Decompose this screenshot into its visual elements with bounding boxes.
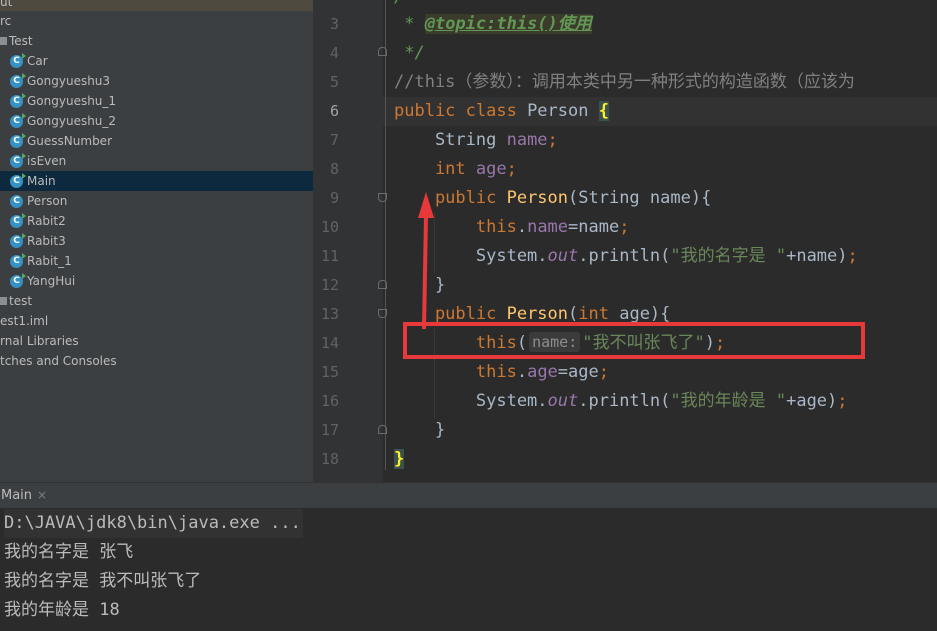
tree-item[interactable]: C Rabit2 xyxy=(0,211,313,231)
tree-item[interactable]: C GuessNumber xyxy=(0,131,313,151)
code-line-4: */ xyxy=(394,43,425,63)
package-icon xyxy=(0,297,7,305)
annotation-highlight-box xyxy=(403,322,865,359)
run-tab-main[interactable]: Main × xyxy=(0,483,47,508)
java-class-icon: C xyxy=(10,153,26,168)
run-tab-label: Main xyxy=(1,488,33,503)
java-class-icon: C xyxy=(10,253,26,268)
tree-item-label: YangHui xyxy=(27,274,76,288)
tree-item[interactable]: C Gongyueshu_1 xyxy=(0,91,313,111)
tree-header-label: ut xyxy=(0,0,13,9)
code-line-15: this.age=age; xyxy=(394,362,609,382)
java-class-icon: C xyxy=(10,53,26,68)
tree-item-label: Car xyxy=(27,54,48,68)
tree-item[interactable]: C Main xyxy=(0,171,313,191)
line-number: 18 xyxy=(320,450,339,468)
java-class-icon: C xyxy=(10,73,26,88)
matched-brace: } xyxy=(394,449,405,469)
tree-item-label: Gongyueshu_1 xyxy=(27,94,117,108)
line-number: 8 xyxy=(329,160,339,178)
line-number: 4 xyxy=(329,44,339,62)
tree-item[interactable]: C Rabit3 xyxy=(0,231,313,251)
gutter-separator xyxy=(385,0,386,470)
java-class-icon: C xyxy=(10,213,26,228)
tree-item-label: Gongyueshu3 xyxy=(27,74,111,88)
tree-item-label: Gongyueshu_2 xyxy=(27,114,117,128)
tree-item-label: Rabit2 xyxy=(27,214,66,228)
close-icon[interactable]: × xyxy=(37,488,47,502)
code-line-11: System.out.println("我的名字是 "+name); xyxy=(394,246,858,266)
code-line-7: String name; xyxy=(394,130,558,150)
tree-item[interactable]: C Gongyueshu3 xyxy=(0,71,313,91)
tree-item-label: Person xyxy=(27,194,68,208)
tree-item[interactable]: C YangHui xyxy=(0,271,313,291)
console-output-line: 我的年龄是 18 xyxy=(4,600,120,620)
java-class-icon: C xyxy=(10,273,26,288)
line-number: 3 xyxy=(329,15,339,33)
java-class-icon: C xyxy=(10,233,26,248)
tree-item-label: Main xyxy=(27,174,56,188)
tree-item-label: tches and Consoles xyxy=(0,354,117,368)
annotation-arrow-icon xyxy=(418,192,434,330)
code-line-5: //this（参数）：调用本类中另一种形式的构造函数（应该为 xyxy=(394,72,855,92)
java-class-icon: C xyxy=(10,173,26,188)
fold-marker-icon[interactable] xyxy=(378,425,387,434)
java-class-icon: C xyxy=(10,133,26,148)
fold-marker-icon[interactable] xyxy=(378,47,387,56)
line-number: 6 xyxy=(329,102,339,120)
line-number: 17 xyxy=(320,421,339,439)
fold-marker-icon[interactable] xyxy=(378,309,387,318)
tree-item[interactable]: C Gongyueshu_2 xyxy=(0,111,313,131)
project-tree: ut rc Test C Car C Gongyueshu3 C Gongyueshu_1 C G… xyxy=(0,0,313,482)
tree-item-label: isEven xyxy=(27,154,67,168)
console-command-line: D:\JAVA\jdk8\bin\java.exe ... xyxy=(4,509,303,538)
line-number: 12 xyxy=(320,276,339,294)
code-line-6: public class Person { xyxy=(394,101,609,121)
tree-item-label: test xyxy=(9,294,33,308)
tree-item-label: Rabit3 xyxy=(27,234,66,248)
tree-item[interactable]: rc xyxy=(0,11,313,31)
run-tab-bar: Main × xyxy=(0,482,937,508)
javadoc-topic-tag: @topic:this()使用 xyxy=(424,14,592,34)
tree-item[interactable]: tches and Consoles xyxy=(0,351,313,371)
console-output-line: 我的名字是 我不叫张飞了 xyxy=(4,571,202,591)
java-class-icon: C xyxy=(10,113,26,128)
tree-item-label: Rabit_1 xyxy=(27,254,72,268)
line-number: 7 xyxy=(329,131,339,149)
tree-item-label: rnal Libraries xyxy=(0,334,79,348)
code-line-16: System.out.println("我的年龄是 "+age); xyxy=(394,391,848,411)
code-line-3: * @topic:this()使用 xyxy=(394,14,592,34)
line-number: 9 xyxy=(329,189,339,207)
package-icon xyxy=(0,37,7,45)
tree-item-label: rc xyxy=(0,14,12,28)
line-number: 15 xyxy=(320,363,339,381)
line-number: 14 xyxy=(320,334,339,352)
tree-item[interactable]: CisEven xyxy=(0,151,313,171)
tree-header-row[interactable]: ut xyxy=(0,0,313,11)
tree-item-label: Test xyxy=(9,34,33,48)
tree-item[interactable]: est1.iml xyxy=(0,311,313,331)
line-number: 16 xyxy=(320,392,339,410)
tree-item[interactable]: C Person xyxy=(0,191,313,211)
line-number: 11 xyxy=(320,247,339,265)
tree-item[interactable]: C Car xyxy=(0,51,313,71)
fold-marker-icon[interactable] xyxy=(378,193,387,202)
console-output-line: 我的名字是 张飞 xyxy=(4,542,134,562)
tree-item-label: GuessNumber xyxy=(27,134,112,148)
tree-item-label: est1.iml xyxy=(0,314,49,328)
line-number: 10 xyxy=(320,218,339,236)
code-line-18: } xyxy=(394,445,405,474)
java-class-icon: C xyxy=(10,93,26,108)
tree-item[interactable]: C Rabit_1 xyxy=(0,251,313,271)
fold-marker-icon[interactable] xyxy=(378,280,387,289)
line-number: 5 xyxy=(329,73,339,91)
tree-item[interactable]: rnal Libraries xyxy=(0,331,313,351)
tree-item[interactable]: test xyxy=(0,291,313,311)
tree-item[interactable]: Test xyxy=(0,31,313,51)
line-number: 13 xyxy=(320,305,339,323)
java-class-icon: C xyxy=(10,195,23,208)
matched-brace: { xyxy=(598,101,609,121)
code-line-17: } xyxy=(394,420,446,440)
code-line-8: int age; xyxy=(394,159,517,179)
